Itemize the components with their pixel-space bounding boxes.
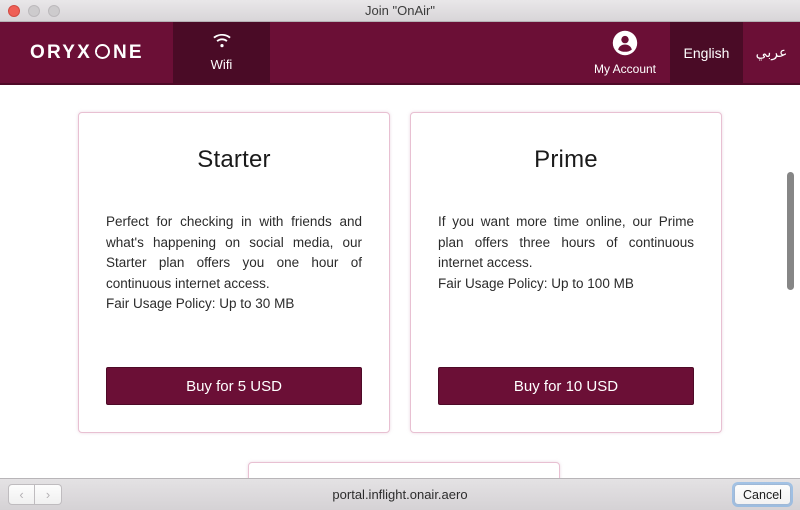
window-title: Join "OnAir" [365, 3, 435, 18]
nav-tab-language-english-label: English [683, 44, 730, 61]
buy-prime-button[interactable]: Buy for 10 USD [438, 367, 694, 405]
portal-url-label: portal.inflight.onair.aero [332, 487, 468, 502]
plan-fair-usage: Fair Usage Policy: Up to 30 MB [106, 296, 295, 311]
plan-fair-usage: Fair Usage Policy: Up to 100 MB [438, 275, 634, 291]
logo-text-one: NE [112, 41, 144, 63]
window-titlebar: Join "OnAir" [0, 0, 800, 22]
oryx-one-logo[interactable]: ORYX NE [30, 22, 144, 83]
plan-description: If you want more time online, our Prime … [438, 214, 694, 270]
portal-content: Starter Perfect for checking in with fri… [0, 85, 800, 478]
plan-description: Perfect for checking in with friends and… [106, 214, 362, 291]
cancel-button[interactable]: Cancel [734, 484, 791, 505]
nav-tab-wifi-label: Wifi [210, 56, 233, 72]
nav-my-account[interactable]: My Account [580, 22, 670, 83]
nav-my-account-label: My Account [593, 61, 657, 76]
captive-portal-window: Join "OnAir" ORYX NE Wifi My Account Eng… [0, 0, 800, 510]
plan-title: Prime [534, 146, 598, 173]
plan-card-starter: Starter Perfect for checking in with fri… [78, 112, 390, 433]
nav-tab-language-arabic[interactable]: عربي [743, 22, 800, 83]
nav-tab-language-arabic-label: عربي [755, 44, 788, 60]
buy-starter-button[interactable]: Buy for 5 USD [106, 367, 362, 405]
nav-tab-wifi[interactable]: Wifi [173, 22, 270, 83]
plan-title: Starter [197, 146, 271, 173]
user-account-icon [612, 30, 638, 59]
logo-o-glyph-icon [94, 44, 112, 61]
wifi-icon [212, 33, 232, 52]
vertical-scrollbar-thumb[interactable] [787, 172, 794, 290]
plan-card-prime: Prime If you want more time online, our … [410, 112, 722, 433]
logo-text-oryx: ORYX [30, 41, 92, 63]
sheet-bottom-bar: ‹ › portal.inflight.onair.aero Cancel [0, 478, 800, 510]
plan-card-partial-below-fold [248, 462, 560, 478]
site-header: ORYX NE Wifi My Account English عربي [0, 22, 800, 85]
vertical-scrollbar[interactable] [783, 85, 798, 478]
nav-tab-language-english[interactable]: English [670, 22, 743, 83]
